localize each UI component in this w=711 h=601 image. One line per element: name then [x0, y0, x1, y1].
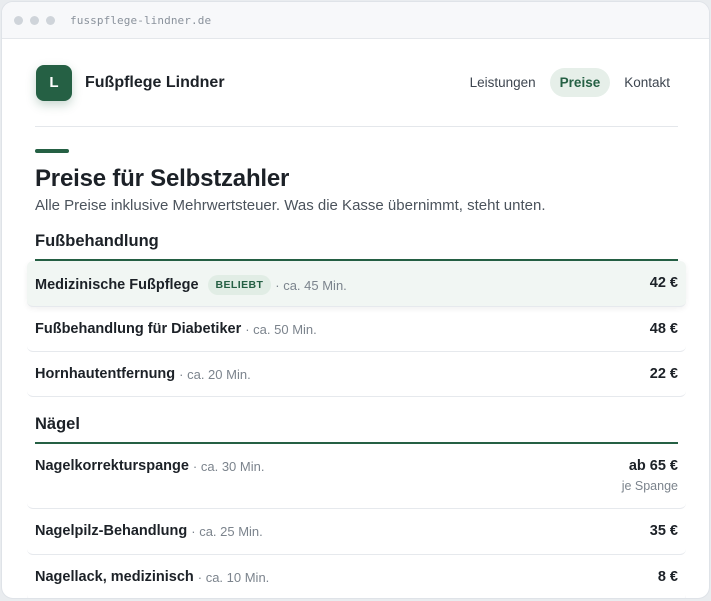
page-subtitle: Alle Preise inklusive Mehrwertsteuer. Wa… — [35, 197, 546, 214]
price-row[interactable]: Medizinische Fußpflege BELIEBT · ca. 45 … — [27, 261, 686, 307]
price-row[interactable]: Hornhautentfernung · ca. 20 Min. 22 € — [27, 352, 686, 397]
row-price: 48 € — [650, 321, 678, 337]
nav-leistungen[interactable]: Leistungen — [460, 68, 546, 97]
popular-badge: BELIEBT — [207, 275, 272, 295]
price-note: je Spange — [621, 479, 678, 493]
address-bar[interactable]: fusspflege-lindner.de — [70, 14, 211, 27]
service-duration: · ca. 20 Min. — [179, 366, 251, 382]
window-minimize-dot[interactable] — [30, 15, 39, 25]
row-price: 8 € — [658, 569, 678, 585]
row-info: Hornhautentfernung · ca. 20 Min. — [35, 366, 251, 382]
price-row[interactable]: Nagelkorrekturspange · ca. 30 Min. ab 65… — [27, 444, 686, 509]
service-duration: · ca. 50 Min. — [245, 321, 317, 337]
row-info: Nagellack, medizinisch · ca. 10 Min. — [35, 569, 269, 585]
site-header: L Fußpflege Lindner Leistungen Preise Ko… — [35, 39, 678, 127]
title-accent-bar — [35, 149, 69, 153]
service-price: 35 € — [649, 523, 678, 539]
service-price: 8 € — [657, 569, 678, 585]
logo-letter: L — [49, 74, 59, 91]
service-name: Hornhautentfernung — [35, 366, 176, 382]
row-info: Nagelpilz-Behandlung · ca. 25 Min. — [35, 523, 263, 539]
service-price: 42 € — [649, 275, 678, 291]
service-name: Nagellack, medizinisch — [35, 569, 194, 585]
row-price: ab 65 € je Spange — [622, 458, 678, 493]
service-price: 22 € — [649, 366, 678, 382]
price-row[interactable]: Nagellack, medizinisch · ca. 10 Min. 8 € — [27, 555, 686, 598]
nav-preise[interactable]: Preise — [549, 68, 611, 97]
row-price: 42 € — [650, 275, 678, 291]
brand-name[interactable]: Fußpflege Lindner — [85, 74, 225, 92]
service-name: Fußbehandlung für Diabetiker — [35, 321, 242, 337]
service-price: 48 € — [649, 321, 678, 337]
section-fussbehandlung: Fußbehandlung Medizinische Fußpflege BEL… — [27, 232, 686, 397]
main-nav: Leistungen Preise Kontakt — [460, 68, 680, 97]
row-price: 35 € — [650, 523, 678, 539]
price-row[interactable]: Nagelpilz-Behandlung · ca. 25 Min. 35 € — [27, 509, 686, 555]
price-list: Medizinische Fußpflege BELIEBT · ca. 45 … — [27, 261, 686, 397]
section-title: Nägel — [35, 415, 678, 444]
row-info: Fußbehandlung für Diabetiker · ca. 50 Mi… — [35, 321, 317, 337]
row-price: 22 € — [650, 366, 678, 382]
service-name: Nagelkorrekturspange — [35, 458, 189, 474]
browser-toolbar: fusspflege-lindner.de — [2, 2, 709, 39]
page-content: L Fußpflege Lindner Leistungen Preise Ko… — [27, 39, 686, 598]
service-duration: · ca. 10 Min. — [197, 569, 270, 585]
section-title: Fußbehandlung — [35, 232, 678, 261]
window-close-dot[interactable] — [14, 15, 23, 25]
service-duration: · ca. 25 Min. — [191, 523, 263, 539]
page-title: Preise für Selbstzahler — [35, 165, 290, 192]
row-info: Nagelkorrekturspange · ca. 30 Min. — [35, 458, 264, 474]
nav-kontakt[interactable]: Kontakt — [614, 68, 680, 97]
service-duration: · ca. 45 Min. — [275, 277, 347, 293]
service-name: Medizinische Fußpflege — [35, 277, 199, 293]
logo[interactable]: L — [36, 64, 72, 101]
service-price: ab 65 € — [628, 458, 678, 474]
service-name: Nagelpilz-Behandlung — [35, 523, 188, 539]
row-info: Medizinische Fußpflege BELIEBT · ca. 45 … — [35, 275, 347, 295]
section-naegel: Nägel Nagelkorrekturspange · ca. 30 Min.… — [27, 415, 686, 598]
price-list: Nagelkorrekturspange · ca. 30 Min. ab 65… — [27, 444, 686, 598]
price-row[interactable]: Fußbehandlung für Diabetiker · ca. 50 Mi… — [27, 307, 686, 352]
service-duration: · ca. 30 Min. — [192, 458, 265, 474]
browser-window: fusspflege-lindner.de L Fußpflege Lindne… — [1, 1, 710, 599]
window-maximize-dot[interactable] — [46, 15, 55, 25]
